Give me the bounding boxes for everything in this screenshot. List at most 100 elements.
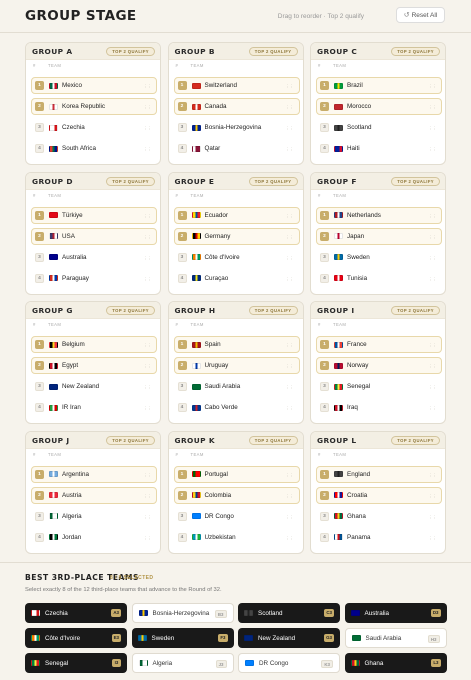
- team-row[interactable]: 3 Côte d'Ivoire ⋮⋮: [174, 249, 300, 266]
- drag-handle-icon[interactable]: ⋮⋮: [143, 494, 152, 500]
- team-row[interactable]: 3 Bosnia-Herzegovina ⋮⋮: [174, 119, 300, 136]
- drag-handle-icon[interactable]: ⋮⋮: [286, 406, 295, 412]
- team-row[interactable]: 4 Curaçao ⋮⋮: [174, 270, 300, 287]
- team-row[interactable]: 2 Japan ⋮⋮: [316, 227, 442, 245]
- team-row[interactable]: 2 Colombia ⋮⋮: [173, 486, 300, 504]
- team-row[interactable]: 4 Uzbekistan ⋮⋮: [174, 529, 300, 546]
- drag-handle-icon[interactable]: ⋮⋮: [286, 385, 295, 391]
- drag-handle-icon[interactable]: ⋮⋮: [428, 235, 437, 241]
- drag-handle-icon[interactable]: ⋮⋮: [143, 406, 152, 412]
- team-row[interactable]: 3 Sweden ⋮⋮: [316, 249, 442, 266]
- team-row[interactable]: 2 Egypt ⋮⋮: [31, 357, 157, 374]
- team-row[interactable]: 1 Argentina ⋮⋮: [31, 465, 157, 483]
- drag-handle-icon[interactable]: ⋮⋮: [143, 343, 152, 349]
- drag-handle-icon[interactable]: ⋮⋮: [428, 256, 437, 262]
- third-place-chip[interactable]: Saudi Arabia H3: [344, 628, 447, 648]
- team-row[interactable]: 2 Uruguay ⋮⋮: [173, 357, 300, 374]
- drag-handle-icon[interactable]: ⋮⋮: [286, 494, 295, 500]
- third-place-chip[interactable]: Scotland C3: [238, 603, 340, 623]
- drag-handle-icon[interactable]: ⋮⋮: [286, 235, 295, 241]
- drag-handle-icon[interactable]: ⋮⋮: [286, 256, 295, 262]
- team-row[interactable]: 1 Spain ⋮⋮: [173, 336, 300, 353]
- drag-handle-icon[interactable]: ⋮⋮: [428, 515, 437, 521]
- team-row[interactable]: 1 Netherlands ⋮⋮: [316, 206, 442, 224]
- team-row[interactable]: 1 Switzerland ⋮⋮: [173, 77, 300, 94]
- drag-handle-icon[interactable]: ⋮⋮: [143, 235, 152, 241]
- team-row[interactable]: 4 Tunisia ⋮⋮: [316, 270, 442, 287]
- drag-handle-icon[interactable]: ⋮⋮: [143, 256, 152, 262]
- drag-handle-icon[interactable]: ⋮⋮: [428, 277, 437, 283]
- team-row[interactable]: 1 Türkiye ⋮⋮: [31, 206, 157, 224]
- third-place-chip[interactable]: Bosnia-Herzegovina B3: [131, 603, 234, 623]
- team-row[interactable]: 1 Brazil ⋮⋮: [316, 77, 442, 94]
- team-row[interactable]: 1 England ⋮⋮: [316, 465, 442, 483]
- drag-handle-icon[interactable]: ⋮⋮: [143, 277, 152, 283]
- third-place-chip[interactable]: Senegal I3: [25, 653, 127, 673]
- team-row[interactable]: 4 Panama ⋮⋮: [316, 529, 442, 546]
- drag-handle-icon[interactable]: ⋮⋮: [286, 473, 295, 479]
- drag-handle-icon[interactable]: ⋮⋮: [428, 147, 437, 153]
- drag-handle-icon[interactable]: ⋮⋮: [286, 536, 295, 542]
- team-row[interactable]: 4 Haiti ⋮⋮: [316, 140, 442, 157]
- team-row[interactable]: 4 Paraguay ⋮⋮: [31, 270, 157, 287]
- drag-handle-icon[interactable]: ⋮⋮: [428, 126, 437, 132]
- drag-handle-icon[interactable]: ⋮⋮: [286, 105, 295, 111]
- drag-handle-icon[interactable]: ⋮⋮: [143, 364, 152, 370]
- team-row[interactable]: 1 Portugal ⋮⋮: [173, 465, 300, 483]
- team-row[interactable]: 2 Morocco ⋮⋮: [316, 98, 442, 115]
- team-row[interactable]: 4 Jordan ⋮⋮: [31, 529, 157, 546]
- third-place-chip[interactable]: Australia D3: [344, 603, 447, 623]
- third-place-chip[interactable]: Czechia A3: [25, 603, 127, 623]
- drag-handle-icon[interactable]: ⋮⋮: [143, 126, 152, 132]
- team-row[interactable]: 3 DR Congo ⋮⋮: [174, 508, 300, 525]
- third-place-chip[interactable]: Algeria J3: [131, 653, 234, 673]
- drag-handle-icon[interactable]: ⋮⋮: [428, 406, 437, 412]
- drag-handle-icon[interactable]: ⋮⋮: [143, 105, 152, 111]
- drag-handle-icon[interactable]: ⋮⋮: [428, 214, 437, 220]
- team-row[interactable]: 2 Austria ⋮⋮: [31, 486, 157, 504]
- drag-handle-icon[interactable]: ⋮⋮: [143, 385, 152, 391]
- team-row[interactable]: 1 Ecuador ⋮⋮: [173, 206, 300, 224]
- team-row[interactable]: 3 Czechia ⋮⋮: [31, 119, 157, 136]
- team-row[interactable]: 1 France ⋮⋮: [316, 336, 442, 353]
- third-place-chip[interactable]: Ghana L3: [344, 653, 447, 673]
- drag-handle-icon[interactable]: ⋮⋮: [286, 515, 295, 521]
- drag-handle-icon[interactable]: ⋮⋮: [143, 536, 152, 542]
- team-row[interactable]: 2 Korea Republic ⋮⋮: [31, 98, 157, 115]
- drag-handle-icon[interactable]: ⋮⋮: [428, 385, 437, 391]
- drag-handle-icon[interactable]: ⋮⋮: [286, 214, 295, 220]
- team-row[interactable]: 4 South Africa ⋮⋮: [31, 140, 157, 157]
- team-row[interactable]: 3 Senegal ⋮⋮: [316, 378, 442, 395]
- drag-handle-icon[interactable]: ⋮⋮: [428, 494, 437, 500]
- team-row[interactable]: 1 Belgium ⋮⋮: [31, 336, 157, 353]
- team-row[interactable]: 4 IR Iran ⋮⋮: [31, 399, 157, 416]
- team-row[interactable]: 4 Cabo Verde ⋮⋮: [174, 399, 300, 416]
- drag-handle-icon[interactable]: ⋮⋮: [143, 147, 152, 153]
- team-row[interactable]: 3 New Zealand ⋮⋮: [31, 378, 157, 395]
- drag-handle-icon[interactable]: ⋮⋮: [286, 364, 295, 370]
- drag-handle-icon[interactable]: ⋮⋮: [143, 515, 152, 521]
- team-row[interactable]: 1 Mexico ⋮⋮: [31, 77, 157, 94]
- drag-handle-icon[interactable]: ⋮⋮: [286, 277, 295, 283]
- drag-handle-icon[interactable]: ⋮⋮: [428, 343, 437, 349]
- team-row[interactable]: 4 Qatar ⋮⋮: [174, 140, 300, 157]
- drag-handle-icon[interactable]: ⋮⋮: [428, 84, 437, 90]
- drag-handle-icon[interactable]: ⋮⋮: [428, 105, 437, 111]
- third-place-chip[interactable]: DR Congo K3: [238, 653, 340, 673]
- third-place-chip[interactable]: Côte d'Ivoire E3: [25, 628, 127, 648]
- drag-handle-icon[interactable]: ⋮⋮: [428, 536, 437, 542]
- third-place-chip[interactable]: New Zealand G3: [238, 628, 340, 648]
- drag-handle-icon[interactable]: ⋮⋮: [286, 126, 295, 132]
- drag-handle-icon[interactable]: ⋮⋮: [286, 84, 295, 90]
- team-row[interactable]: 3 Ghana ⋮⋮: [316, 508, 442, 525]
- team-row[interactable]: 2 Croatia ⋮⋮: [316, 486, 442, 504]
- team-row[interactable]: 2 USA ⋮⋮: [31, 227, 157, 245]
- team-row[interactable]: 3 Scotland ⋮⋮: [316, 119, 442, 136]
- drag-handle-icon[interactable]: ⋮⋮: [143, 473, 152, 479]
- reset-all-button[interactable]: ↺ Reset All: [396, 7, 445, 23]
- drag-handle-icon[interactable]: ⋮⋮: [286, 343, 295, 349]
- third-place-chip[interactable]: Sweden F3: [131, 628, 234, 648]
- team-row[interactable]: 2 Norway ⋮⋮: [316, 357, 442, 374]
- team-row[interactable]: 3 Australia ⋮⋮: [31, 249, 157, 266]
- drag-handle-icon[interactable]: ⋮⋮: [286, 147, 295, 153]
